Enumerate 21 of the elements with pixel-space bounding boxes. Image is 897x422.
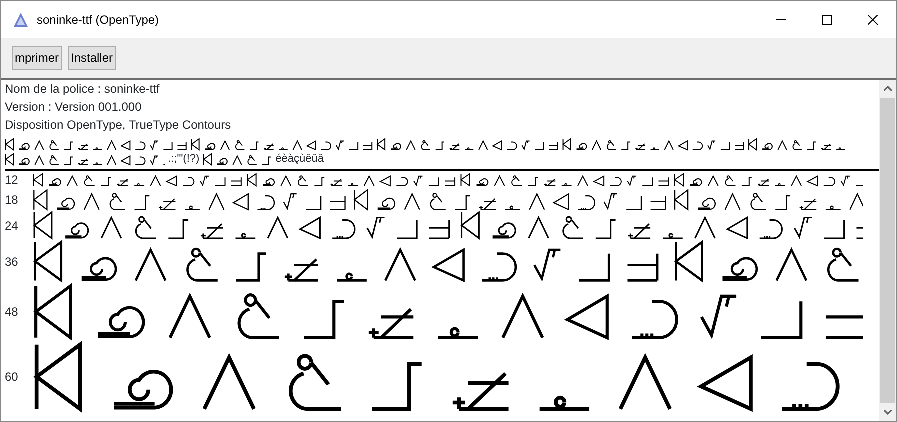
font-size-label: 48 bbox=[5, 304, 20, 321]
font-size-label: 60 bbox=[5, 369, 20, 386]
maximize-icon[interactable] bbox=[822, 14, 832, 24]
toolbar-button[interactable]: mprimer bbox=[12, 46, 62, 70]
window-title: soninke-ttf (OpenType) bbox=[37, 12, 160, 28]
scroll-down-icon[interactable] bbox=[884, 410, 892, 415]
font-size-label: 24 bbox=[5, 218, 20, 234]
toolbar-button[interactable]: Installer bbox=[68, 46, 116, 70]
accented-letters-sample: éèàçùêûâ bbox=[276, 153, 324, 166]
scrollbar-thumb[interactable] bbox=[880, 98, 895, 403]
glyph-sample-drawing bbox=[202, 153, 273, 166]
close-icon[interactable] bbox=[868, 14, 878, 24]
font-size-label: 12 bbox=[5, 172, 20, 189]
font-size-label: 36 bbox=[5, 254, 20, 270]
font-info-line: Version : Version 001.000 bbox=[5, 99, 143, 116]
punctuation-sample: .:;'"(!?) bbox=[168, 153, 200, 166]
font-size-label: 18 bbox=[5, 192, 20, 209]
scroll-up-icon[interactable] bbox=[884, 86, 892, 91]
app-icon bbox=[13, 12, 29, 28]
font-info-line: Nom de la police : soninke-ttf bbox=[5, 81, 161, 98]
font-info-line: Disposition OpenType, TrueType Contours bbox=[5, 117, 232, 134]
